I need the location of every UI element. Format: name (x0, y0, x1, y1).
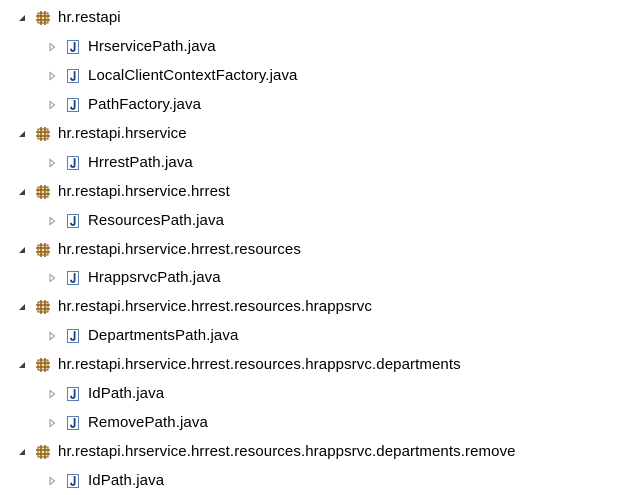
java-file-row[interactable]: PathFactory.java (0, 91, 635, 120)
expanded-twisty-icon[interactable] (16, 301, 28, 313)
java-file-row[interactable]: HrappsrvcPath.java (0, 264, 635, 293)
java-file-icon (64, 327, 82, 345)
java-file-icon (64, 154, 82, 172)
expanded-twisty-icon[interactable] (16, 446, 28, 458)
package-row[interactable]: hr.restapi.hrservice (0, 120, 635, 149)
java-file-label: DepartmentsPath.java (88, 327, 239, 345)
collapsed-twisty-icon[interactable] (46, 272, 58, 284)
java-file-row[interactable]: DepartmentsPath.java (0, 322, 635, 351)
collapsed-twisty-icon[interactable] (46, 70, 58, 82)
collapsed-twisty-icon[interactable] (46, 41, 58, 53)
package-label: hr.restapi.hrservice.hrrest.resources.hr… (58, 298, 372, 316)
java-file-icon (64, 472, 82, 490)
java-file-icon (64, 212, 82, 230)
package-row[interactable]: hr.restapi.hrservice.hrrest (0, 177, 635, 206)
expanded-twisty-icon[interactable] (16, 12, 28, 24)
java-file-label: HrrestPath.java (88, 153, 193, 171)
java-file-label: RemovePath.java (88, 413, 208, 431)
package-row[interactable]: hr.restapi (0, 4, 635, 33)
collapsed-twisty-icon[interactable] (46, 99, 58, 111)
collapsed-twisty-icon[interactable] (46, 215, 58, 227)
package-icon (34, 241, 52, 259)
java-file-row[interactable]: RemovePath.java (0, 408, 635, 437)
package-label: hr.restapi.hrservice.hrrest.resources.hr… (58, 356, 461, 374)
java-file-label: IdPath.java (88, 385, 165, 403)
java-file-row[interactable]: IdPath.java (0, 380, 635, 409)
expanded-twisty-icon[interactable] (16, 244, 28, 256)
collapsed-twisty-icon[interactable] (46, 417, 58, 429)
java-file-icon (64, 38, 82, 56)
package-row[interactable]: hr.restapi.hrservice.hrrest.resources.hr… (0, 437, 635, 466)
package-icon (34, 125, 52, 143)
expanded-twisty-icon[interactable] (16, 128, 28, 140)
java-file-label: PathFactory.java (88, 96, 202, 114)
package-row[interactable]: hr.restapi.hrservice.hrrest.resources.hr… (0, 293, 635, 322)
package-icon (34, 9, 52, 27)
java-file-label: ResourcesPath.java (88, 211, 225, 229)
collapsed-twisty-icon[interactable] (46, 475, 58, 487)
java-file-label: HrservicePath.java (88, 38, 216, 56)
java-file-icon (64, 414, 82, 432)
collapsed-twisty-icon[interactable] (46, 388, 58, 400)
package-icon (34, 183, 52, 201)
package-label: hr.restapi.hrservice.hrrest (58, 182, 230, 200)
collapsed-twisty-icon[interactable] (46, 330, 58, 342)
java-file-row[interactable]: IdPath.java (0, 466, 635, 495)
package-label: hr.restapi.hrservice.hrrest.resources.hr… (58, 442, 516, 460)
package-label: hr.restapi.hrservice (58, 125, 187, 142)
java-file-label: HrappsrvcPath.java (88, 269, 221, 287)
java-file-row[interactable]: HrservicePath.java (0, 33, 635, 62)
java-file-icon (64, 96, 82, 114)
package-explorer-tree: hr.restapi HrservicePath.java LocalClientC… (0, 0, 635, 495)
package-icon (34, 443, 52, 461)
package-row[interactable]: hr.restapi.hrservice.hrrest.resources (0, 235, 635, 264)
java-file-row[interactable]: HrrestPath.java (0, 148, 635, 177)
package-label: hr.restapi (58, 9, 121, 27)
collapsed-twisty-icon[interactable] (46, 157, 58, 169)
package-icon (34, 356, 52, 374)
java-file-icon (64, 385, 82, 403)
package-row[interactable]: hr.restapi.hrservice.hrrest.resources.hr… (0, 351, 635, 380)
package-icon (34, 298, 52, 316)
java-file-label: LocalClientContextFactory.java (88, 67, 298, 85)
expanded-twisty-icon[interactable] (16, 186, 28, 198)
expanded-twisty-icon[interactable] (16, 359, 28, 371)
java-file-row[interactable]: ResourcesPath.java (0, 206, 635, 235)
java-file-icon (64, 269, 82, 287)
java-file-row[interactable]: LocalClientContextFactory.java (0, 62, 635, 91)
java-file-icon (64, 67, 82, 85)
java-file-label: IdPath.java (88, 471, 165, 489)
package-label: hr.restapi.hrservice.hrrest.resources (58, 240, 301, 258)
